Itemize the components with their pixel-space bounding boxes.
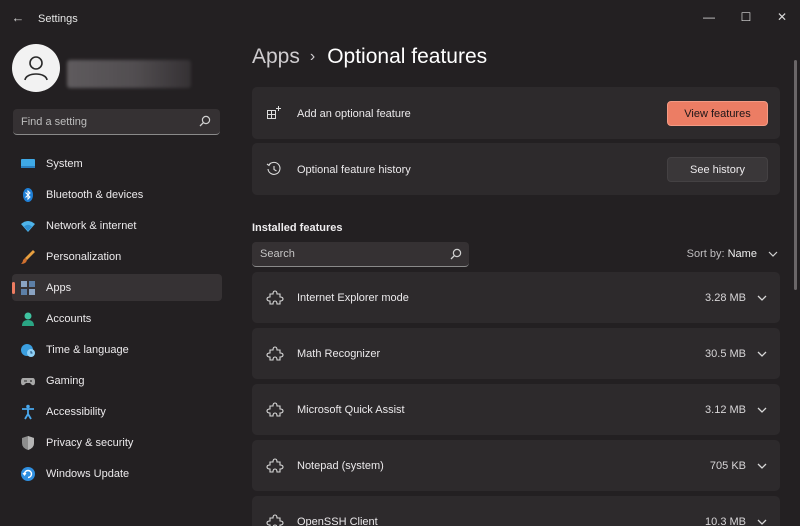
sidebar: Find a setting System Bluetooth & device… xyxy=(0,36,232,526)
main-content: Apps › Optional features Add an optional f… xyxy=(252,36,792,526)
chevron-down-icon xyxy=(768,251,778,257)
feature-name: Math Recognizer xyxy=(297,348,381,360)
feature-row-internet-explorer[interactable]: Internet Explorer mode 3.28 MB xyxy=(252,272,780,323)
chevron-down-icon[interactable] xyxy=(756,460,768,472)
apps-icon xyxy=(21,281,35,295)
app-title: Settings xyxy=(38,13,78,25)
sort-label: Sort by: xyxy=(686,248,725,260)
puzzle-icon xyxy=(266,290,284,305)
search-icon xyxy=(199,115,211,127)
puzzle-icon xyxy=(266,458,284,473)
add-feature-label: Add an optional feature xyxy=(297,108,411,120)
sidebar-item-label: Personalization xyxy=(46,251,122,263)
puzzle-icon xyxy=(266,346,284,361)
close-button[interactable]: ✕ xyxy=(767,6,797,28)
add-feature-icon xyxy=(267,106,281,119)
sidebar-item-windows-update[interactable]: Windows Update xyxy=(12,460,222,487)
accessibility-icon xyxy=(22,404,34,420)
sidebar-item-label: Network & internet xyxy=(46,220,137,232)
installed-search-placeholder: Search xyxy=(260,248,295,260)
feature-name: Microsoft Quick Assist xyxy=(297,404,405,416)
scrollbar[interactable] xyxy=(794,60,797,290)
sidebar-item-label: Bluetooth & devices xyxy=(46,189,144,201)
sidebar-item-label: Privacy & security xyxy=(46,437,134,449)
accounts-icon xyxy=(22,312,34,326)
sidebar-item-network[interactable]: Network & internet xyxy=(12,212,222,239)
sort-value: Name xyxy=(727,248,757,260)
avatar[interactable] xyxy=(12,44,60,92)
feature-size: 705 KB xyxy=(709,460,746,472)
sidebar-item-system[interactable]: System xyxy=(12,150,222,177)
user-icon xyxy=(24,56,48,81)
installed-search-input[interactable]: Search xyxy=(252,242,469,267)
sidebar-item-gaming[interactable]: Gaming xyxy=(12,367,222,394)
sidebar-item-label: Accessibility xyxy=(46,406,106,418)
feature-name: OpenSSH Client xyxy=(297,516,378,526)
back-arrow-icon[interactable]: ← xyxy=(10,10,26,26)
chevron-down-icon[interactable] xyxy=(756,292,768,304)
gamepad-icon xyxy=(21,378,35,386)
sort-dropdown[interactable]: Sort by: Name xyxy=(687,248,778,260)
feature-row-notepad[interactable]: Notepad (system) 705 KB xyxy=(252,440,780,491)
history-icon xyxy=(266,161,281,175)
maximize-button[interactable]: ☐ xyxy=(731,6,761,28)
sidebar-item-bluetooth[interactable]: Bluetooth & devices xyxy=(12,181,222,208)
chevron-down-icon[interactable] xyxy=(756,516,768,526)
find-setting-placeholder: Find a setting xyxy=(21,116,88,128)
sidebar-item-label: Accounts xyxy=(46,313,92,325)
puzzle-icon xyxy=(266,514,284,526)
title-bar: ← Settings — ☐ ✕ xyxy=(0,0,800,36)
search-icon xyxy=(450,248,462,260)
wifi-icon xyxy=(21,221,35,232)
sidebar-item-privacy[interactable]: Privacy & security xyxy=(12,429,222,456)
bluetooth-icon xyxy=(23,188,33,202)
sidebar-item-label: System xyxy=(46,158,83,170)
sidebar-item-accounts[interactable]: Accounts xyxy=(12,305,222,332)
user-name-redacted xyxy=(67,60,191,88)
breadcrumb-apps[interactable]: Apps xyxy=(252,45,300,68)
shield-icon xyxy=(22,436,34,450)
feature-row-math-recognizer[interactable]: Math Recognizer 30.5 MB xyxy=(252,328,780,379)
page-title: Optional features xyxy=(327,45,488,68)
installed-features-heading: Installed features xyxy=(252,222,343,234)
globe-clock-icon xyxy=(21,344,35,357)
sidebar-item-time-language[interactable]: Time & language xyxy=(12,336,222,363)
update-icon xyxy=(21,467,35,481)
puzzle-icon xyxy=(266,402,284,417)
feature-name: Internet Explorer mode xyxy=(297,292,409,304)
feature-size: 3.28 MB xyxy=(705,292,746,304)
view-features-button[interactable]: View features xyxy=(667,101,768,126)
sidebar-item-personalization[interactable]: Personalization xyxy=(12,243,222,270)
find-setting-input[interactable]: Find a setting xyxy=(13,109,220,135)
breadcrumb-separator: › xyxy=(309,48,316,65)
brush-icon xyxy=(21,250,35,264)
feature-size: 3.12 MB xyxy=(705,404,746,416)
sidebar-item-accessibility[interactable]: Accessibility xyxy=(12,398,222,425)
chevron-down-icon[interactable] xyxy=(756,404,768,416)
feature-row-openssh[interactable]: OpenSSH Client 10.3 MB xyxy=(252,496,780,526)
sidebar-item-label: Apps xyxy=(46,282,72,294)
feature-size: 10.3 MB xyxy=(705,516,746,526)
sidebar-item-label: Time & language xyxy=(46,344,129,356)
add-feature-card: Add an optional feature View features xyxy=(252,87,780,139)
sidebar-nav: System Bluetooth & devices Network & int… xyxy=(12,150,222,491)
minimize-button[interactable]: — xyxy=(694,6,724,28)
see-history-button[interactable]: See history xyxy=(667,157,768,182)
feature-history-label: Optional feature history xyxy=(297,164,411,176)
feature-size: 30.5 MB xyxy=(705,348,746,360)
breadcrumb: Apps › Optional features xyxy=(252,45,487,75)
system-icon xyxy=(21,159,35,168)
feature-row-quick-assist[interactable]: Microsoft Quick Assist 3.12 MB xyxy=(252,384,780,435)
chevron-down-icon[interactable] xyxy=(756,348,768,360)
sidebar-item-label: Windows Update xyxy=(46,468,130,480)
sidebar-item-label: Gaming xyxy=(46,375,85,387)
feature-history-card: Optional feature history See history xyxy=(252,143,780,195)
sidebar-item-apps[interactable]: Apps xyxy=(12,274,222,301)
feature-name: Notepad (system) xyxy=(297,460,384,472)
